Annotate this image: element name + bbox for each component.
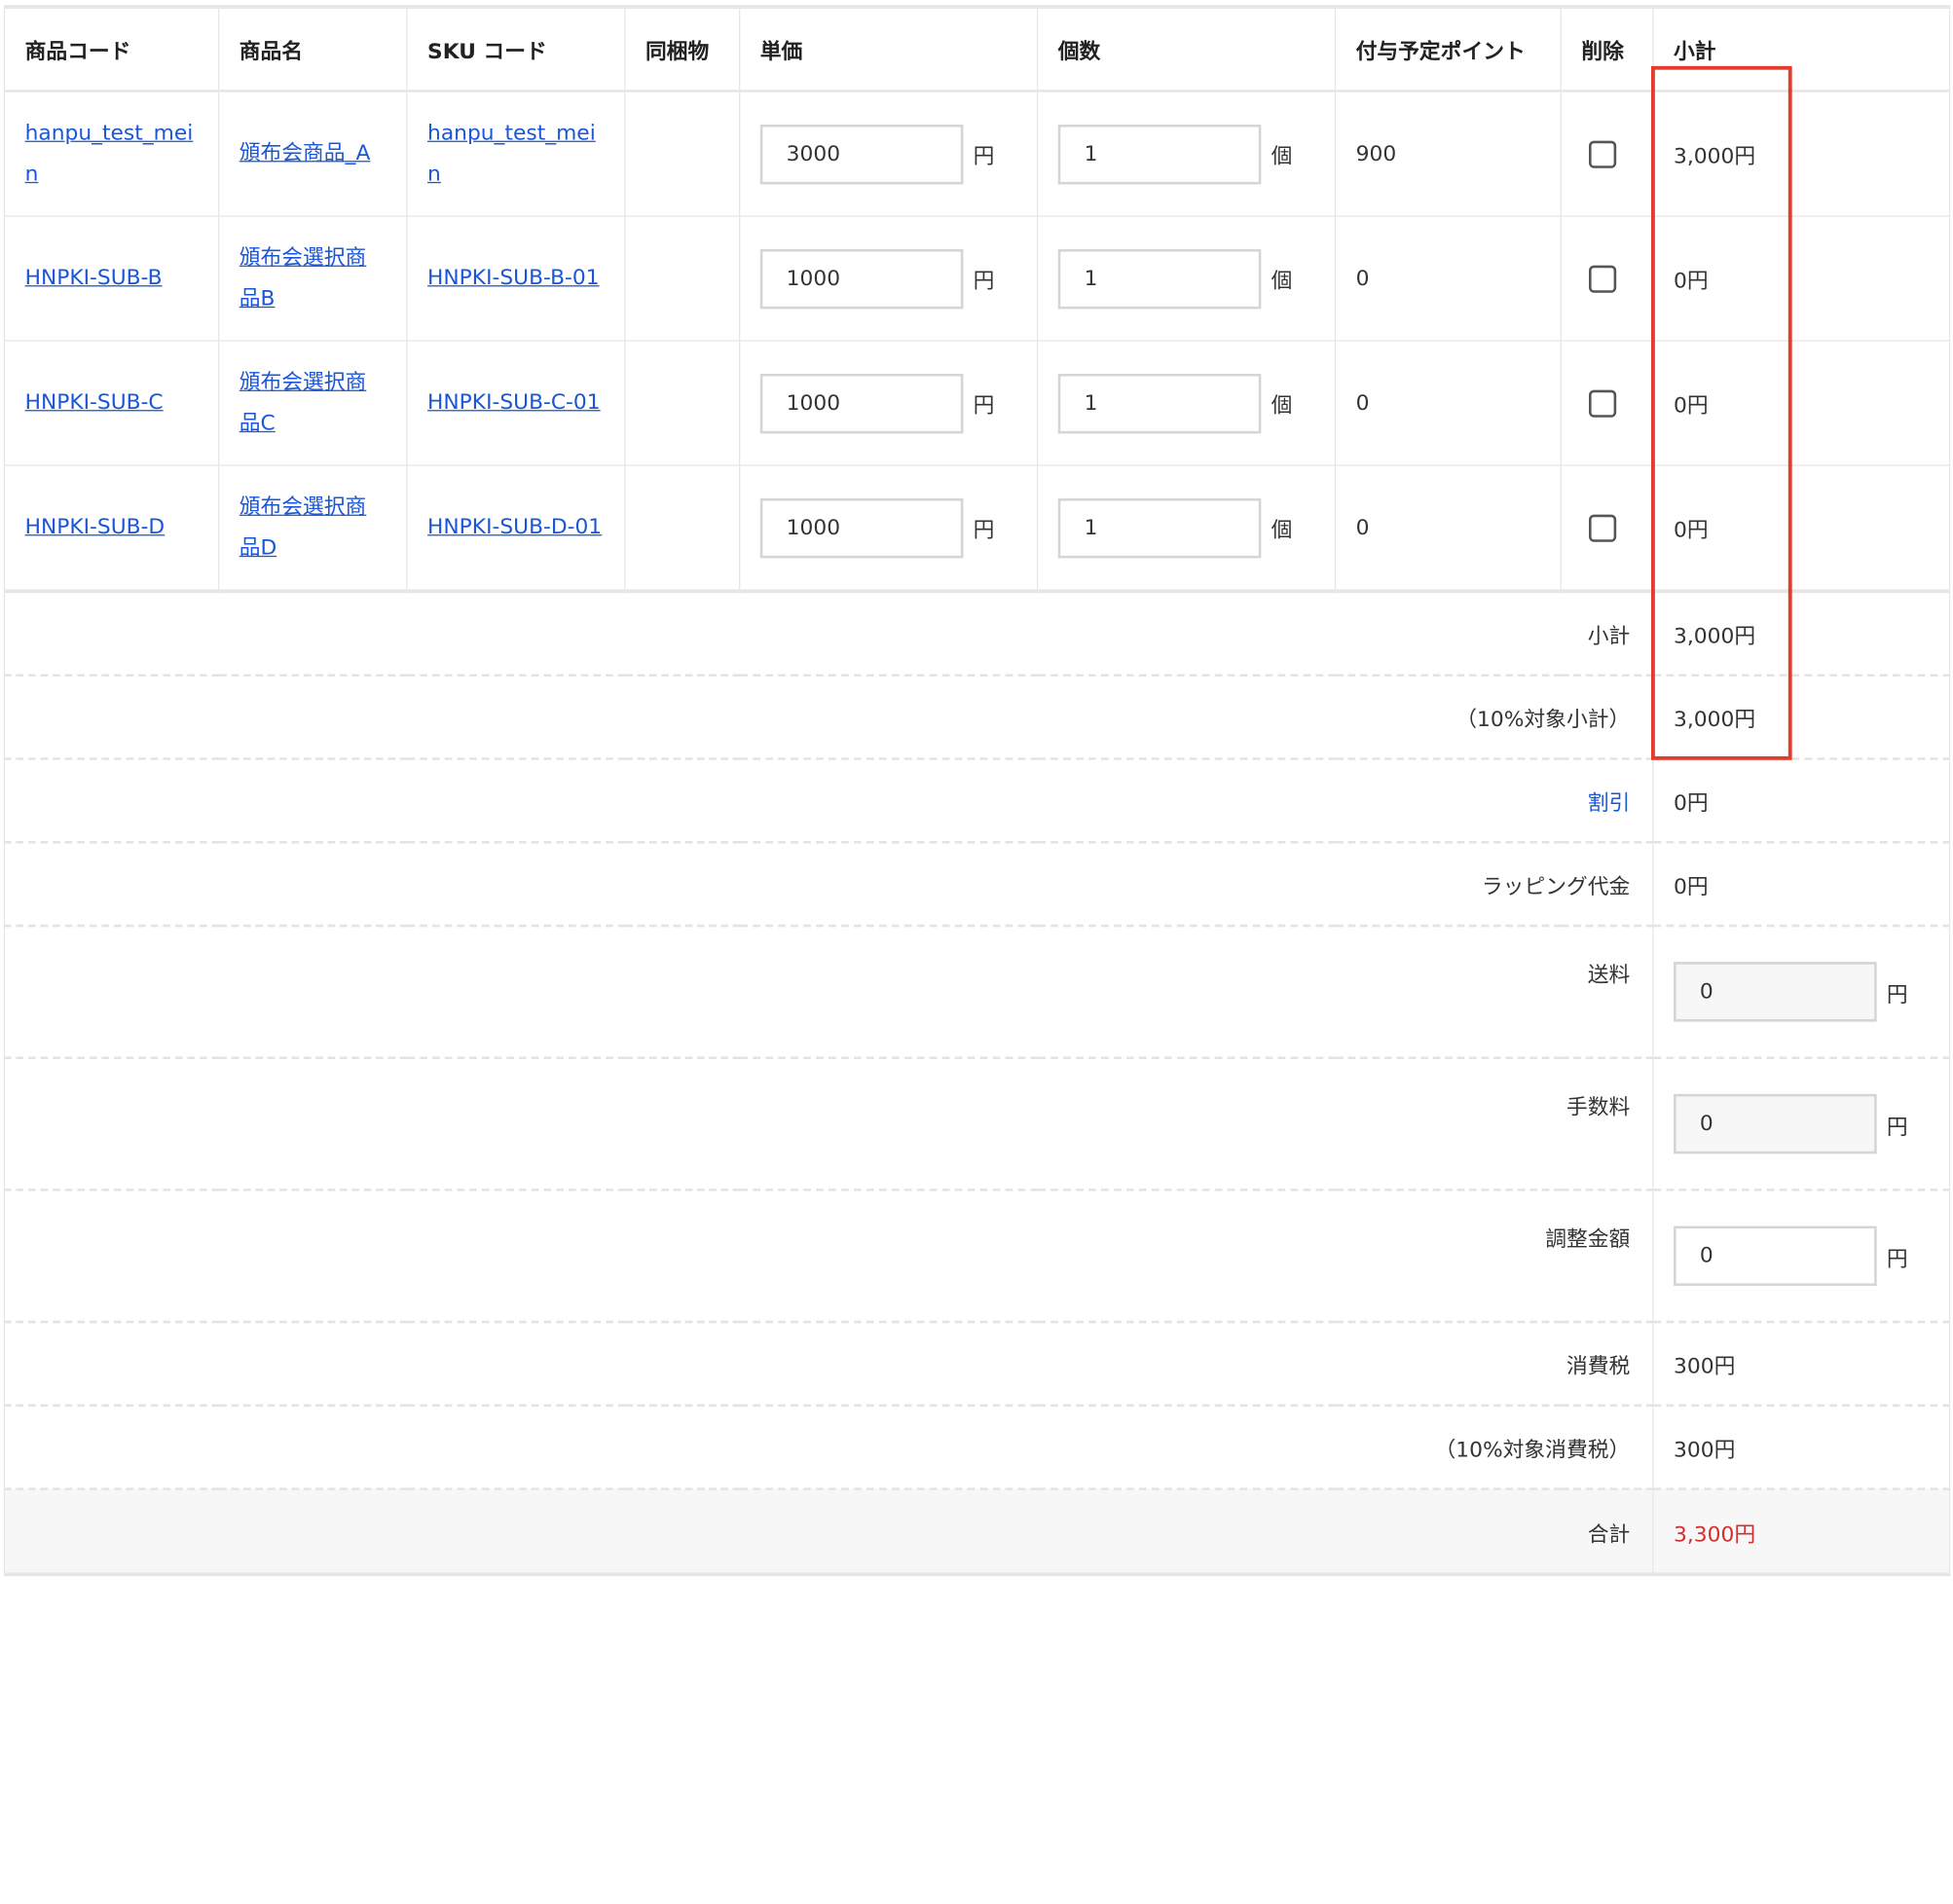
header-bundle: 同梱物	[624, 5, 741, 92]
subtotal-label: 小計	[3, 591, 1654, 677]
product-code-link[interactable]: HNPKI-SUB-C	[25, 390, 164, 416]
delete-checkbox[interactable]	[1589, 265, 1617, 293]
wrapping-value: 0円	[1652, 842, 1951, 928]
header-delete: 削除	[1561, 5, 1654, 92]
price-unit-label: 円	[973, 393, 995, 420]
header-points: 付与予定ポイント	[1335, 5, 1562, 92]
quantity-input[interactable]	[1057, 248, 1262, 309]
product-code-link[interactable]: hanpu_test_mein	[25, 121, 194, 187]
tax-label: 消費税	[3, 1322, 1654, 1408]
subtotal-highlight-box	[1651, 65, 1792, 760]
sku-code-link[interactable]: HNPKI-SUB-D-01	[427, 515, 602, 540]
discount-link[interactable]: 割引	[1588, 791, 1631, 817]
summary-row-tax: 消費税 300円	[3, 1322, 1951, 1408]
fee-unit-label: 円	[1886, 1114, 1908, 1140]
tax-10-label: （10%対象消費税）	[3, 1405, 1654, 1490]
shipping-unit-label: 円	[1886, 982, 1908, 1007]
sku-code-link[interactable]: HNPKI-SUB-C-01	[427, 390, 601, 416]
discount-value: 0円	[1652, 758, 1951, 844]
unit-price-input[interactable]	[759, 248, 964, 309]
unit-price-input[interactable]	[759, 497, 964, 558]
shipping-input[interactable]	[1674, 962, 1877, 1022]
bundle-cell	[624, 216, 741, 342]
points-value: 0	[1335, 341, 1562, 466]
summary-row-wrapping: ラッピング代金 0円	[3, 842, 1951, 928]
product-code-link[interactable]: HNPKI-SUB-D	[25, 515, 166, 540]
product-name-link[interactable]: 頒布会選択商品B	[240, 245, 367, 311]
fee-label: 手数料	[3, 1057, 1654, 1191]
adjust-unit-label: 円	[1886, 1246, 1908, 1272]
product-name-link[interactable]: 頒布会選択商品C	[240, 370, 367, 436]
sku-code-link[interactable]: hanpu_test_mein	[427, 121, 596, 187]
summary-row-tax-10: （10%対象消費税） 300円	[3, 1405, 1951, 1490]
product-name-link[interactable]: 頒布会選択商品D	[240, 494, 367, 561]
header-sku-code: SKU コード	[406, 5, 626, 92]
summary-row-fee: 手数料 円	[3, 1057, 1951, 1191]
quantity-input[interactable]	[1057, 373, 1262, 433]
tax-value: 300円	[1652, 1322, 1951, 1408]
price-unit-label: 円	[973, 144, 995, 170]
summary-row-adjust: 調整金額 円	[3, 1190, 1951, 1324]
subtotal-10-label: （10%対象小計）	[3, 675, 1654, 760]
header-unit-price: 単価	[739, 5, 1039, 92]
summary-row-shipping: 送料 円	[3, 926, 1951, 1059]
delete-checkbox[interactable]	[1589, 389, 1617, 418]
bundle-cell	[624, 465, 741, 594]
delete-checkbox[interactable]	[1589, 514, 1617, 542]
quantity-unit-label: 個	[1271, 393, 1293, 420]
adjust-input[interactable]	[1674, 1226, 1877, 1286]
fee-input[interactable]	[1674, 1093, 1877, 1154]
points-value: 0	[1335, 465, 1562, 594]
points-value: 0	[1335, 216, 1562, 342]
header-quantity: 個数	[1037, 5, 1337, 92]
price-unit-label: 円	[973, 269, 995, 295]
quantity-unit-label: 個	[1271, 518, 1293, 544]
unit-price-input[interactable]	[759, 124, 964, 184]
sku-code-link[interactable]: HNPKI-SUB-B-01	[427, 266, 600, 291]
product-name-link[interactable]: 頒布会商品_A	[240, 141, 371, 166]
tax-10-value: 300円	[1652, 1405, 1951, 1490]
quantity-unit-label: 個	[1271, 144, 1293, 170]
quantity-input[interactable]	[1057, 124, 1262, 184]
screen: 商品コード 商品名 SKU コード 同梱物 単価 個数 付与予定ポイント 削除 …	[0, 0, 1953, 1577]
bundle-cell	[624, 341, 741, 466]
total-label: 合計	[3, 1488, 1654, 1577]
price-unit-label: 円	[973, 518, 995, 544]
summary-row-total: 合計 3,300円	[3, 1488, 1951, 1577]
delete-checkbox[interactable]	[1589, 140, 1617, 168]
shipping-label: 送料	[3, 926, 1654, 1059]
bundle-cell	[624, 91, 741, 217]
product-code-link[interactable]: HNPKI-SUB-B	[25, 266, 163, 291]
quantity-unit-label: 個	[1271, 269, 1293, 295]
total-value: 3,300円	[1652, 1488, 1951, 1577]
header-product-name: 商品名	[218, 5, 408, 92]
wrapping-label: ラッピング代金	[3, 842, 1654, 928]
header-product-code: 商品コード	[3, 5, 220, 92]
order-items-panel: 商品コード 商品名 SKU コード 同梱物 単価 個数 付与予定ポイント 削除 …	[0, 0, 1953, 1904]
summary-row-discount: 割引 0円	[3, 758, 1951, 844]
adjust-label: 調整金額	[3, 1190, 1654, 1324]
unit-price-input[interactable]	[759, 373, 964, 433]
points-value: 900	[1335, 91, 1562, 217]
quantity-input[interactable]	[1057, 497, 1262, 558]
